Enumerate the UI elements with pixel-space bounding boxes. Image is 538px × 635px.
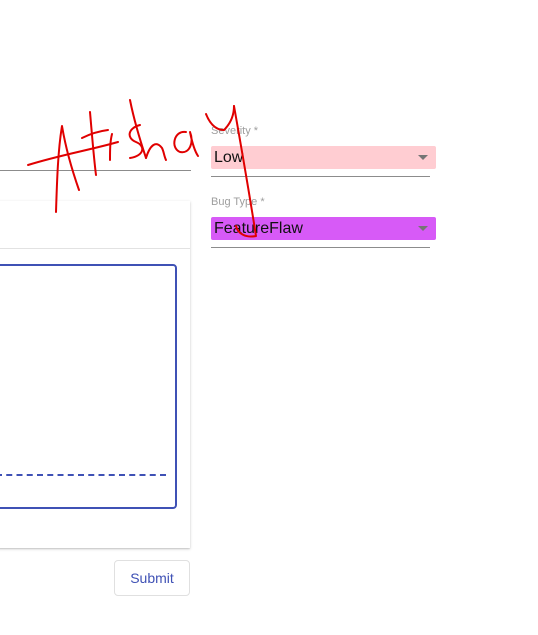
editor-dashed-line bbox=[0, 474, 166, 476]
editor-card bbox=[0, 201, 190, 548]
severity-underline bbox=[211, 176, 430, 177]
bug-type-underline bbox=[211, 247, 430, 248]
chevron-down-icon bbox=[418, 155, 428, 160]
chevron-down-icon bbox=[418, 226, 428, 231]
card-header-divider bbox=[0, 248, 190, 249]
severity-label: Severity * bbox=[211, 125, 259, 137]
severity-select[interactable]: Low bbox=[211, 146, 436, 169]
bug-type-value: FeatureFlaw bbox=[214, 219, 303, 237]
severity-value: Low bbox=[214, 148, 244, 166]
bug-type-label: Bug Type * bbox=[211, 196, 265, 208]
bug-type-select[interactable]: FeatureFlaw bbox=[211, 217, 436, 240]
description-field-underline bbox=[0, 170, 191, 171]
editor-area[interactable] bbox=[0, 264, 177, 509]
submit-button[interactable]: Submit bbox=[114, 560, 190, 596]
